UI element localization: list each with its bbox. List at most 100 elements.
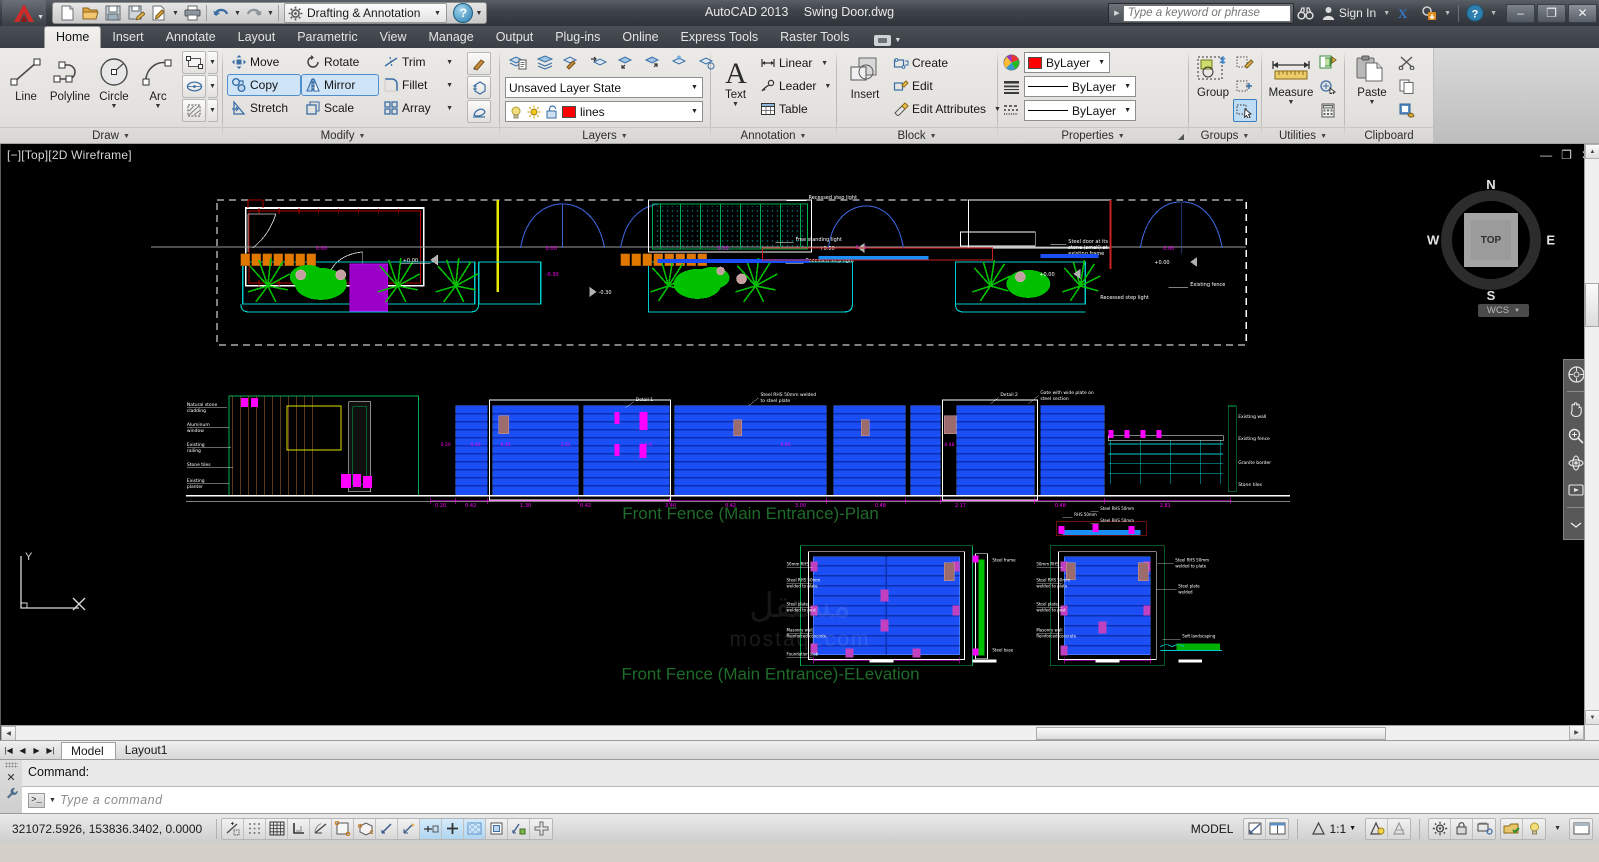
tab-home[interactable]: Home [44,26,102,48]
hatch-icon[interactable] [182,99,206,122]
erase-row[interactable] [467,100,491,123]
tab-layout[interactable]: Layout [227,27,287,48]
3d-osnap-icon[interactable] [354,818,376,839]
ortho-mode-icon[interactable] [288,818,310,839]
viewport-label[interactable]: [−][Top][2D Wireframe] [7,148,132,162]
layer-color-swatch[interactable] [562,105,576,118]
chevron-down-icon[interactable]: ▼ [732,101,739,108]
quick-select-icon[interactable] [1316,51,1340,74]
model-space-icon[interactable] [1244,818,1267,839]
panel-caption-utilities[interactable]: Utilities ▼ [1262,127,1344,144]
search-box[interactable]: ▶ [1107,2,1294,24]
tab-view[interactable]: View [369,27,418,48]
viewcube-top-face[interactable]: TOP [1464,213,1518,267]
close-button[interactable]: ✕ [1568,3,1597,23]
layer-isolate-icon[interactable] [640,51,664,74]
lightbulb-icon[interactable] [509,105,523,119]
close-icon[interactable]: ✕ [6,771,15,784]
viewcube-south[interactable]: S [1487,288,1496,303]
printer-icon[interactable] [181,3,203,23]
chevron-down-icon[interactable]: ▼ [266,3,275,23]
maximize-button[interactable]: ❐ [1537,3,1566,23]
viewport-minimize[interactable]: — [1540,148,1552,162]
tab-plugins[interactable]: Plug-ins [544,27,611,48]
layer-stack-icon[interactable] [532,51,556,74]
panel-caption-annotation[interactable]: Annotation ▼ [711,127,836,144]
help-icon[interactable]: ? [1463,1,1487,25]
plot-preview-icon[interactable] [148,3,170,23]
layout-first-button[interactable]: |◀ [2,743,15,758]
polar-tracking-icon[interactable] [310,818,332,839]
chevron-down-icon[interactable]: ▼ [687,102,702,121]
unlock-icon[interactable] [545,104,558,119]
tab-raster-tools[interactable]: Raster Tools [769,27,860,48]
layer-state-combo[interactable]: Unsaved Layer State ▼ [505,77,703,98]
group-selection-icon[interactable] [1233,99,1257,122]
dynamic-ucs-icon[interactable] [398,818,420,839]
save-disk-icon[interactable] [102,3,124,23]
draw-line-button[interactable]: Line [4,51,48,104]
block-insert-button[interactable]: Insert [841,51,889,102]
sign-in-button[interactable]: Sign In [1318,6,1380,20]
vertical-scrollbar[interactable]: ▲ ▼ [1584,144,1599,740]
save-as-icon[interactable] [125,3,147,23]
color-wheel-icon[interactable] [1003,54,1020,71]
chevron-down-icon[interactable]: ▼ [1550,825,1565,832]
panel-caption-clipboard[interactable]: Clipboard [1345,127,1433,144]
chevron-down-icon[interactable]: ▼ [1242,133,1249,140]
linetype-icon[interactable] [1003,103,1020,118]
panel-caption-groups[interactable]: Groups ▼ [1189,127,1261,144]
chevron-down-icon[interactable]: ▼ [816,60,828,67]
viewcube-north[interactable]: N [1486,177,1495,192]
command-prompt-icon[interactable]: >_ [28,792,45,808]
tab-annotate[interactable]: Annotate [155,27,227,48]
horizontal-scroll-thumb[interactable] [1036,727,1386,740]
chevron-down-icon[interactable]: ▼ [358,133,365,140]
exchange-apps-icon[interactable]: X [1393,1,1417,25]
layer-match-icon[interactable] [559,51,583,74]
modify-move-button[interactable]: Move [227,51,301,73]
chevron-down-icon[interactable]: ▼ [930,133,937,140]
viewcube-east[interactable]: E [1546,233,1555,248]
modify-fillet-button[interactable]: Fillet ▼ [379,74,457,96]
ellipse-icon[interactable] [182,75,206,98]
drawing-viewport[interactable]: [−][Top][2D Wireframe] — ❐ ✕ [0,144,1599,740]
navbar-chevron-down-icon[interactable] [1566,515,1586,535]
tab-parametric[interactable]: Parametric [286,27,368,48]
grid-display-icon[interactable] [266,818,288,839]
chevron-down-icon[interactable]: ▼ [233,3,242,23]
scroll-up-arrow[interactable]: ▲ [1585,144,1599,159]
draw-hatch-row[interactable]: ▼ [182,99,218,122]
object-color-combo[interactable]: ByLayer ▼ [1024,52,1111,73]
minimize-button[interactable]: – [1506,3,1535,23]
modify-copy-button[interactable]: Copy [227,74,301,96]
orbit-icon[interactable] [1566,453,1586,473]
layout-next-button[interactable]: ▶ [30,743,43,758]
hardware-accel-icon[interactable] [1473,819,1495,839]
dynamic-input-icon[interactable] [420,818,442,839]
layer-make-current-icon[interactable] [613,51,637,74]
chevron-down-icon[interactable]: ▼ [111,103,118,110]
erase-icon[interactable] [467,100,491,123]
draw-ellipse-row[interactable]: ▼ [182,75,218,98]
lineweight-display-icon[interactable] [442,818,464,839]
chevron-down-icon[interactable]: ▼ [1441,10,1454,17]
paste-button[interactable]: Paste ▼ [1349,51,1395,107]
chevron-down-icon[interactable]: ▼ [155,103,162,110]
block-edit-button[interactable]: Edit [889,75,993,97]
plus-customize-icon[interactable] [530,819,552,839]
snap-mode-icon[interactable] [244,818,266,839]
command-input-row[interactable]: >_ ▼ Type a command [22,786,1599,813]
application-menu-button[interactable]: ▼ [2,0,46,26]
chevron-down-icon[interactable]: ▼ [1487,10,1500,17]
layout-tab-layout1[interactable]: Layout1 [116,742,179,759]
chevron-down-icon[interactable]: ▼ [1380,10,1393,17]
drag-handle-icon[interactable] [4,762,18,768]
modify-trim-button[interactable]: Trim ▼ [379,51,457,73]
steering-wheel-icon[interactable] [1566,364,1586,384]
annotation-monitor-icon[interactable] [508,818,530,839]
chevron-down-icon[interactable]: ▼ [819,83,831,90]
chevron-down-icon[interactable]: ▼ [1320,133,1327,140]
chevron-down-icon[interactable]: ▼ [1094,53,1109,72]
view-cube[interactable]: TOP N S W E [1427,177,1555,303]
